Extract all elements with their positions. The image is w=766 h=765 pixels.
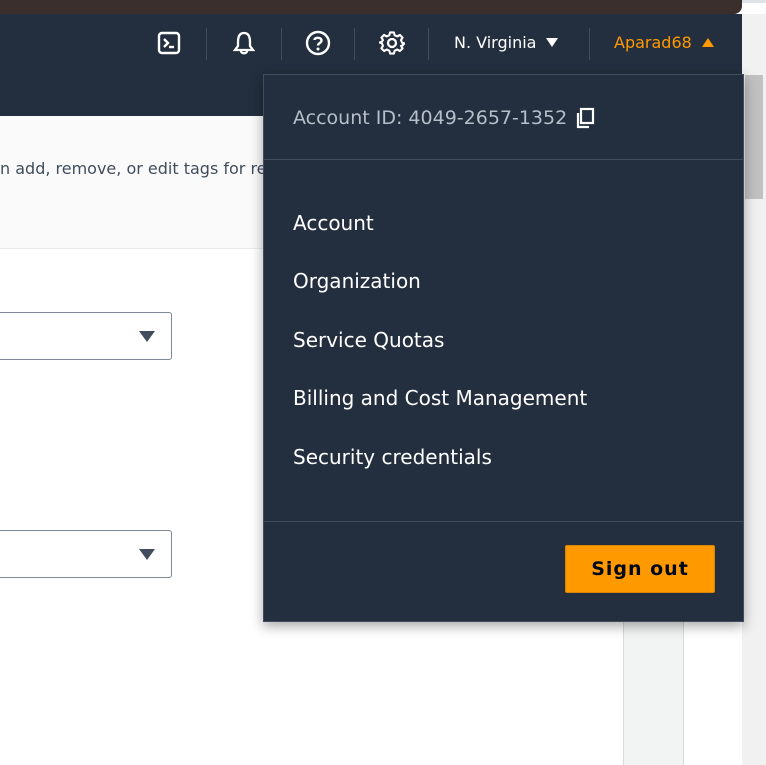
username-label: Aparad68	[614, 33, 692, 52]
help-icon[interactable]	[303, 28, 333, 58]
account-id-text: Account ID: 4049-2657-1352	[293, 107, 568, 129]
menu-divider	[264, 159, 743, 160]
scrollbar-thumb[interactable]	[745, 75, 763, 199]
menu-item-account[interactable]: Account	[293, 211, 374, 235]
browser-tab-edge	[0, 0, 742, 14]
account-menu-toggle[interactable]: Aparad68	[614, 33, 714, 52]
region-label: N. Virginia	[454, 33, 537, 52]
menu-item-organization[interactable]: Organization	[293, 269, 421, 293]
account-dropdown-menu: Account ID: 4049-2657-1352 Account Organ…	[263, 74, 744, 622]
caret-up-icon	[701, 38, 714, 47]
side-panel	[623, 619, 684, 765]
nav-separator	[281, 28, 282, 60]
filter-select-2[interactable]	[0, 530, 172, 578]
browser-chrome-strip	[0, 0, 766, 14]
account-id-row: Account ID: 4049-2657-1352	[293, 107, 595, 129]
filter-select-1[interactable]	[0, 312, 172, 360]
copy-icon[interactable]	[575, 107, 595, 129]
top-navigation-bar: N. Virginia Aparad68	[0, 14, 742, 74]
menu-item-security-credentials[interactable]: Security credentials	[293, 445, 492, 469]
region-selector[interactable]: N. Virginia	[454, 33, 559, 52]
nav-separator	[354, 28, 355, 60]
nav-separator	[206, 28, 207, 60]
terminal-icon[interactable]	[154, 28, 184, 58]
caret-down-icon	[546, 38, 559, 47]
menu-item-service-quotas[interactable]: Service Quotas	[293, 328, 444, 352]
sign-out-button[interactable]: Sign out	[565, 545, 715, 593]
bell-icon[interactable]	[229, 28, 259, 58]
gear-icon[interactable]	[377, 28, 407, 58]
nav-separator	[589, 28, 590, 60]
menu-item-billing[interactable]: Billing and Cost Management	[293, 386, 587, 410]
caret-down-icon	[139, 331, 155, 342]
nav-separator	[428, 28, 429, 60]
menu-divider	[264, 521, 743, 522]
caret-down-icon	[139, 549, 155, 560]
page-description: n add, remove, or edit tags for res	[0, 159, 275, 178]
